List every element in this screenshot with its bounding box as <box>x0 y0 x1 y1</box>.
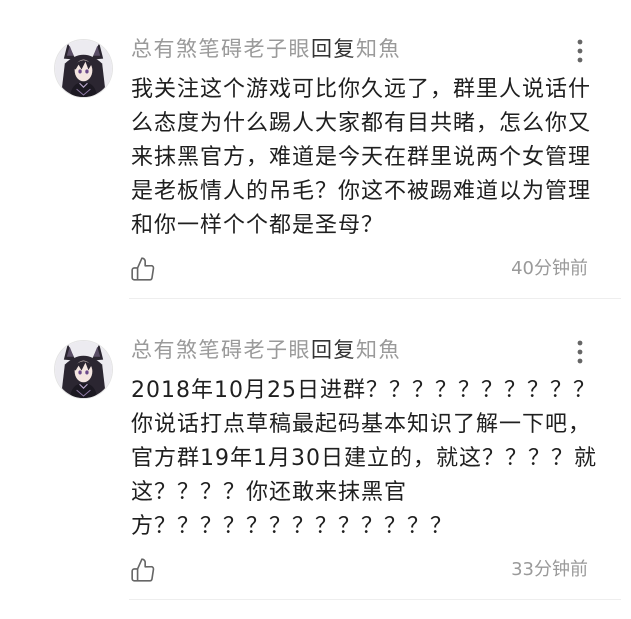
divider <box>129 298 621 299</box>
like-button[interactable] <box>130 557 156 583</box>
comment-header: 总有煞笔碍老子眼回复知魚 <box>131 336 401 364</box>
more-options-button[interactable] <box>573 37 587 65</box>
comment-text: 我关注这个游戏可比你久远了，群里人说话什 么态度为什么踢人大家都有目共睹，怎么你… <box>131 73 601 243</box>
comment-text-line: 官方群19年1月30日建立的，就这？？？？就 <box>131 446 597 471</box>
anime-girl-avatar-icon <box>55 341 112 398</box>
comment-text-line: 2018年10月25日进群？？？？？？？？？？ <box>131 378 596 403</box>
comment-item: 总有煞笔碍老子眼回复知魚 我关注这个游戏可比你久远了，群里人说话什 么态度为什么… <box>0 0 631 301</box>
more-options-button[interactable] <box>573 338 587 366</box>
thumbs-up-icon <box>131 558 155 582</box>
comment-text-line: 我关注这个游戏可比你久远了，群里人说话什 <box>131 77 592 102</box>
reply-to-name[interactable]: 知魚 <box>356 338 401 362</box>
timestamp: 33分钟前 <box>511 559 588 580</box>
comment-text: 2018年10月25日进群？？？？？？？？？？ 你说话打点草稿最起码基本知识了解… <box>131 374 601 544</box>
thumbs-up-icon <box>131 257 155 281</box>
comment-text-line: 来抹黑官方，难道是今天在群里说两个女管理 <box>131 145 592 170</box>
comment-header: 总有煞笔碍老子眼回复知魚 <box>131 35 401 63</box>
divider <box>129 599 621 600</box>
reply-label: 回复 <box>311 37 356 61</box>
timestamp: 40分钟前 <box>511 258 588 279</box>
author-name[interactable]: 总有煞笔碍老子眼 <box>131 37 311 61</box>
reply-to-name[interactable]: 知魚 <box>356 37 401 61</box>
avatar[interactable] <box>55 341 112 398</box>
comment-text-line: 和你一样个个都是圣母？ <box>131 213 385 238</box>
author-name[interactable]: 总有煞笔碍老子眼 <box>131 338 311 362</box>
more-vertical-icon <box>577 39 583 63</box>
comment-text-line: 这？？？？你还敢来抹黑官 <box>131 480 408 505</box>
comment-text-line: 么态度为什么踢人大家都有目共睹，怎么你又 <box>131 111 592 136</box>
comment-text-line: 是老板情人的吊毛？你这不被踢难道以为管理 <box>131 179 592 204</box>
like-button[interactable] <box>130 256 156 282</box>
reply-label: 回复 <box>311 338 356 362</box>
comment-text-line: 你说话打点草稿最起码基本知识了解一下吧， <box>131 412 592 437</box>
anime-girl-avatar-icon <box>55 40 112 97</box>
more-vertical-icon <box>577 340 583 364</box>
comment-text-line: 方？？？？？？？？？？？？？ <box>131 514 454 539</box>
comment-item: 总有煞笔碍老子眼回复知魚 2018年10月25日进群？？？？？？？？？？ 你说话… <box>0 301 631 602</box>
avatar[interactable] <box>55 40 112 97</box>
